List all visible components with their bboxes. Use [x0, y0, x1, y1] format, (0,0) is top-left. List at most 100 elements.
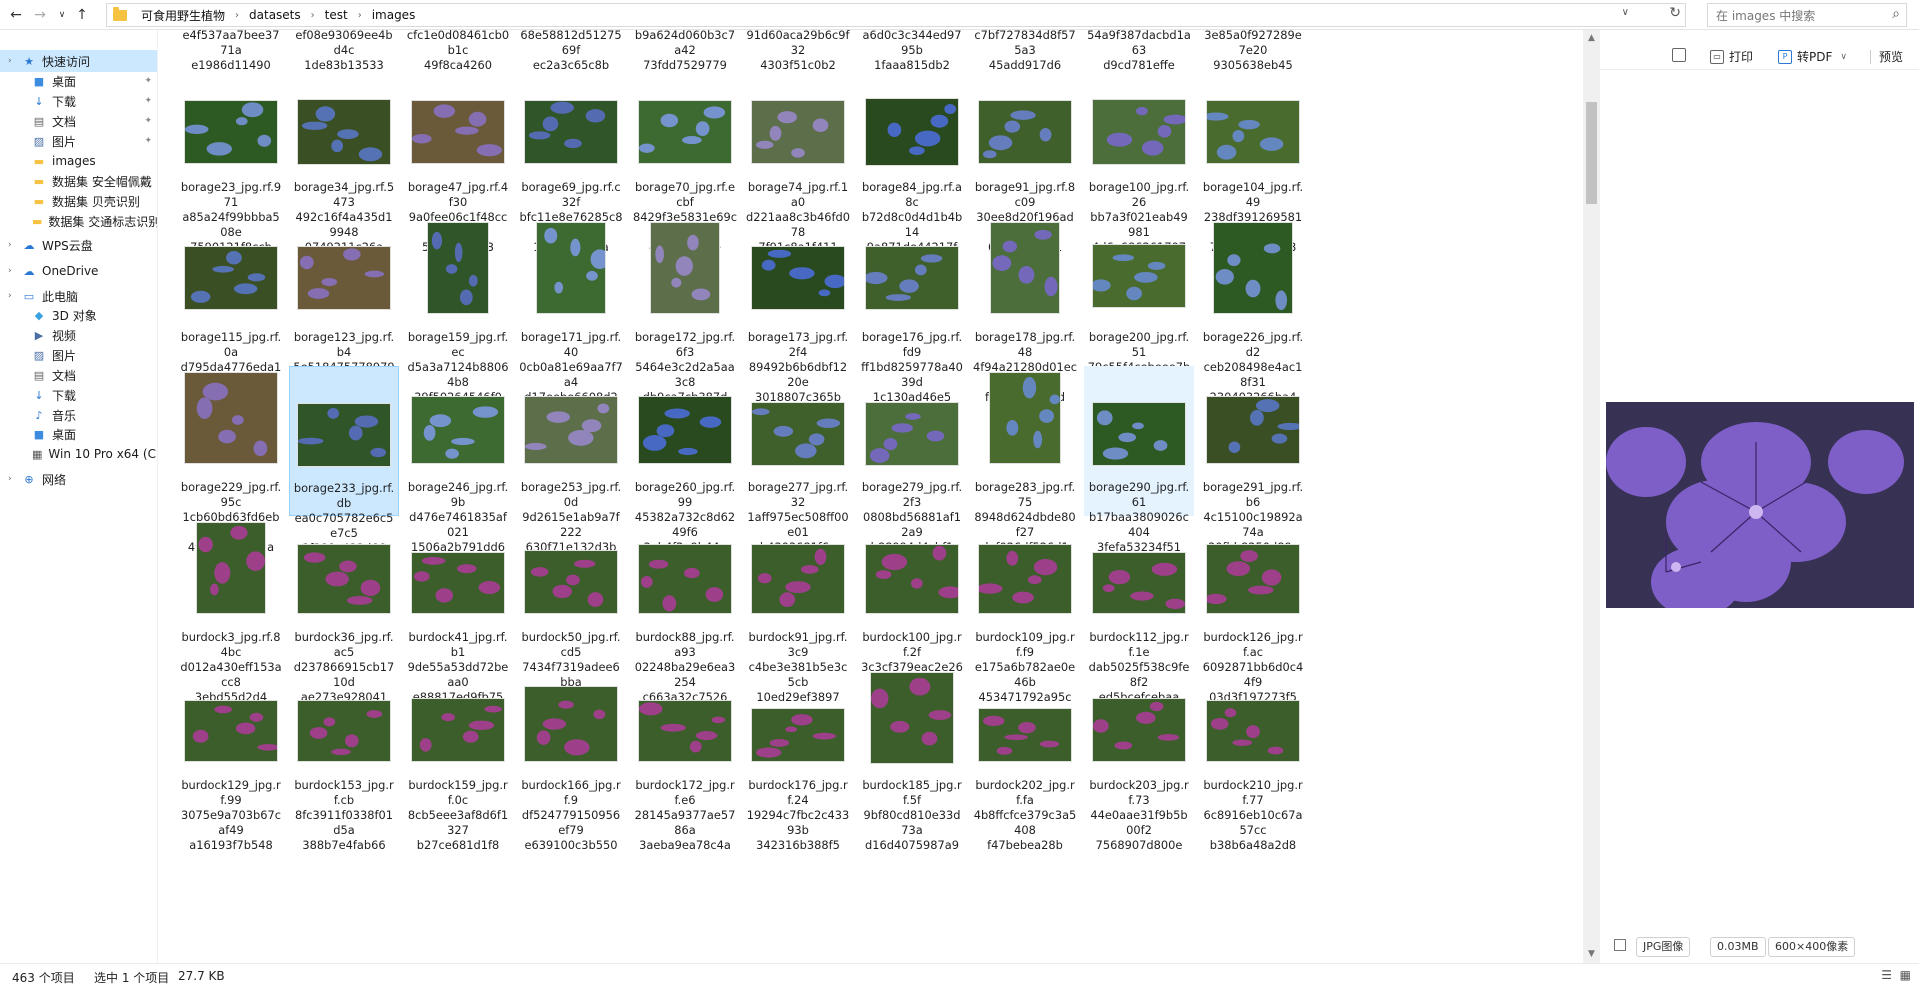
address-dropdown-icon[interactable]: ∨: [1622, 7, 1629, 18]
sidebar-item-3[interactable]: ↓ 下载 ✦: [0, 90, 157, 112]
file-item[interactable]: borage178_jpg.rf.484f94a21280d01ecf70fae…: [970, 216, 1080, 404]
file-item[interactable]: burdock91_jpg.rf.3c9 c4be3e381b5e3c5cb 10e…: [743, 516, 853, 704]
file-item[interactable]: burdock109_jpg.rf.f9 e175a6b782ae0e46b 453…: [970, 516, 1080, 704]
sidebar-item-20[interactable]: ▦ Win 10 Pro x64 (C:): [0, 443, 157, 465]
view-toggle[interactable]: ☰ ▦: [1881, 968, 1911, 982]
file-item[interactable]: borage279_jpg.rf.2f30808bd56881af12a9b88…: [857, 366, 967, 554]
sidebar-item-16[interactable]: ▤ 文档: [0, 364, 157, 386]
sidebar-item-21[interactable]: › ⊕ 网络: [0, 468, 157, 490]
up-button[interactable]: ↑: [72, 4, 92, 26]
file-item[interactable]: borage171_jpg.rf.400cb0a81e69aa7f7a4d17e…: [516, 216, 626, 404]
preview-button[interactable]: 预览: [1870, 48, 1903, 65]
vertical-scrollbar[interactable]: ▲ ▼: [1583, 30, 1600, 963]
sidebar-item-14[interactable]: ▶ 视频: [0, 324, 157, 346]
scroll-thumb[interactable]: [1586, 102, 1597, 204]
file-item[interactable]: burdock126_jpg.rf.ac 6092871bb6d0c44f9 03d…: [1198, 516, 1308, 704]
file-item[interactable]: borage115_jpg.rf.0ad795da4776eda14da6582…: [176, 216, 286, 404]
sidebar-item-6[interactable]: ▬ images: [0, 150, 157, 172]
file-item[interactable]: burdock88_jpg.rf.a93 02248ba29e6ea3254 c66…: [630, 516, 740, 704]
file-item[interactable]: borage100_jpg.rf.26bb7a3f021eab499814d6e…: [1084, 66, 1194, 254]
file-item[interactable]: borage123_jpg.rf.b45e5184757789796722abf…: [289, 216, 399, 404]
sidebar-item-1[interactable]: › ★ 快速访问: [0, 50, 157, 72]
file-item[interactable]: borage172_jpg.rf.6f35464e3c2d2a5aa3c8db9…: [630, 216, 740, 404]
file-item[interactable]: borage173_jpg.rf.2f4 89492b6b6dbf1220e 301…: [743, 216, 853, 404]
sidebar-item-2[interactable]: ■ 桌面 ✦: [0, 70, 157, 92]
file-item[interactable]: borage226_jpg.rf.d2ceb208498e4ac18f31230…: [1198, 216, 1308, 404]
recent-dropdown[interactable]: ∨: [52, 4, 72, 26]
layout-button[interactable]: [1672, 48, 1691, 62]
file-item[interactable]: burdock41_jpg.rf.b1 9de55a53dd72beaa0 e888…: [403, 516, 513, 704]
file-item[interactable]: borage23_jpg.rf.971a85a24f99bbba508e7590…: [176, 66, 286, 254]
file-item[interactable]: borage34_jpg.rf.5473492c16f4a435d1994807…: [289, 66, 399, 254]
sidebar-item-19[interactable]: ■ 桌面: [0, 423, 157, 445]
file-item[interactable]: burdock3_jpg.rf.84bc d012a430eff153acc8 3e…: [176, 516, 286, 704]
file-item[interactable]: burdock166_jpg.rf.9 df524779150956ef79 e63…: [516, 664, 626, 852]
sidebar-item-10[interactable]: › ☁ WPS云盘: [0, 234, 157, 256]
large-icons-view-icon[interactable]: ▦: [1900, 968, 1911, 982]
details-icon[interactable]: [1614, 939, 1626, 951]
breadcrumb-item[interactable]: 可食用野生植物: [141, 7, 225, 24]
expand-chevron-icon[interactable]: ›: [8, 56, 12, 66]
file-item[interactable]: borage253_jpg.rf.0d 9d2615e1ab9a7f222 630f…: [516, 366, 626, 554]
file-item[interactable]: borage104_jpg.rf.49238df391269581d5fc79e…: [1198, 66, 1308, 254]
scroll-down-icon[interactable]: ▼: [1583, 946, 1600, 963]
file-item[interactable]: burdock50_jpg.rf.cd57434f7319adee6bba70d…: [516, 516, 626, 704]
file-item[interactable]: borage70_jpg.rf.ecbf8429f3e5831e69ce8f49…: [630, 66, 740, 254]
breadcrumb-item[interactable]: test: [325, 8, 348, 22]
sidebar-item-17[interactable]: ↓ 下载: [0, 384, 157, 406]
file-item[interactable]: borage283_jpg.rf.758948d624dbde80f27def0…: [970, 366, 1080, 554]
file-item[interactable]: burdock185_jpg.rf.5f 9bf80cd810e33d73a d16…: [857, 664, 967, 852]
file-item[interactable]: burdock36_jpg.rf.ac5 d237866915cb1710d ae2…: [289, 516, 399, 704]
expand-chevron-icon[interactable]: ›: [8, 266, 12, 276]
file-item[interactable]: borage74_jpg.rf.1a0d221aa8c3b46fd0787f91…: [743, 66, 853, 254]
file-item[interactable]: borage47_jpg.rf.4f309a0fee06c1f48cc8705a…: [403, 66, 513, 254]
pin-icon[interactable]: ✦: [144, 116, 152, 126]
sidebar-item-9[interactable]: ▬ 数据集 交通标志识别: [0, 210, 157, 232]
sidebar-item-4[interactable]: ▤ 文档 ✦: [0, 110, 157, 132]
file-item[interactable]: borage260_jpg.rf.9945382a732c8d6249f63eb…: [630, 366, 740, 554]
file-item[interactable]: burdock210_jpg.rf.77 6c8916eb10c67a57cc b3…: [1198, 664, 1308, 852]
expand-chevron-icon[interactable]: ›: [8, 240, 12, 250]
file-item[interactable]: burdock202_jpg.rf.fa 4b8ffcfce379c3a5408 f…: [970, 664, 1080, 852]
expand-chevron-icon[interactable]: ›: [8, 474, 12, 484]
file-item[interactable]: borage229_jpg.rf.95c1cb60bd63fd6eb70c493…: [176, 366, 286, 554]
pin-icon[interactable]: ✦: [144, 76, 152, 86]
expand-chevron-icon[interactable]: ›: [8, 291, 12, 301]
file-item[interactable]: borage91_jpg.rf.8c0930ee8d20f196ad34c6e8…: [970, 66, 1080, 254]
breadcrumb-item[interactable]: datasets: [249, 8, 301, 22]
file-item[interactable]: borage159_jpg.rf.ecd5a3a7124b88064b839f5…: [403, 216, 513, 404]
file-item[interactable]: borage176_jpg.rf.fd9 ff1bd8259778a4039d 1c…: [857, 216, 967, 404]
file-item[interactable]: borage291_jpg.rf.b64c15100c19892a74a30fb…: [1198, 366, 1308, 554]
pin-icon[interactable]: ✦: [144, 136, 152, 146]
file-item[interactable]: burdock100_jpg.rf.2f3c3cf379eac2e2684e7e…: [857, 516, 967, 704]
search-input[interactable]: 在 images 中搜索 ⌕: [1707, 3, 1907, 27]
file-item[interactable]: borage277_jpg.rf.321aff975ec508ff00e01b4…: [743, 366, 853, 554]
scroll-up-icon[interactable]: ▲: [1583, 30, 1600, 47]
breadcrumb-item[interactable]: images: [372, 8, 416, 22]
sidebar-item-7[interactable]: ▬ 数据集 安全帽佩戴: [0, 170, 157, 192]
file-item[interactable]: borage290_jpg.rf.61 b17baa3809026c404 3fef…: [1084, 366, 1194, 554]
file-item[interactable]: borage200_jpg.rf.5179c55f4cebeee7b021c2c…: [1084, 216, 1194, 404]
sidebar-item-5[interactable]: ▨ 图片 ✦: [0, 130, 157, 152]
file-item[interactable]: borage69_jpg.rf.c32fbfc11e8e76285c874015…: [516, 66, 626, 254]
sidebar-item-13[interactable]: ◆ 3D 对象: [0, 304, 157, 326]
file-item[interactable]: borage233_jpg.rf.dbea0c705782e6c5e7c53f3…: [289, 366, 399, 555]
file-item[interactable]: borage84_jpg.rf.a8cb72d8c0d4d1b4b149a871…: [857, 66, 967, 254]
print-button[interactable]: ▭ 打印: [1710, 48, 1753, 65]
address-box[interactable]: 可食用野生植物 › datasets › test › images ∨ ↻: [106, 3, 1686, 27]
back-button[interactable]: ←: [6, 4, 26, 26]
file-item[interactable]: burdock176_jpg.rf.24 19294c7fbc2c43393b 34…: [743, 664, 853, 852]
refresh-icon[interactable]: ↻: [1669, 5, 1681, 21]
to-pdf-button[interactable]: P 转PDF ∨: [1778, 48, 1847, 65]
file-item[interactable]: burdock153_jpg.rf.cb 8fc3911f0338f01d5a 38…: [289, 664, 399, 852]
sidebar-item-11[interactable]: › ☁ OneDrive: [0, 260, 157, 282]
file-item[interactable]: burdock112_jpg.rf.1e dab5025f538c9fe8f2 ed…: [1084, 516, 1194, 704]
file-item[interactable]: burdock203_jpg.rf.73 44e0aae31f9b5b00f2 75…: [1084, 664, 1194, 852]
sidebar-item-15[interactable]: ▨ 图片: [0, 344, 157, 366]
pin-icon[interactable]: ✦: [144, 96, 152, 106]
file-item[interactable]: borage246_jpg.rf.9b d476e7461835af021 1506…: [403, 366, 513, 554]
sidebar-item-8[interactable]: ▬ 数据集 贝壳识别: [0, 190, 157, 212]
file-item[interactable]: burdock129_jpg.rf.99 3075e9a703b67caf49 a1…: [176, 664, 286, 852]
forward-button[interactable]: →: [30, 4, 50, 26]
file-item[interactable]: burdock159_jpg.rf.0c 8cb5eee3af8d6f1327 b2…: [403, 664, 513, 852]
